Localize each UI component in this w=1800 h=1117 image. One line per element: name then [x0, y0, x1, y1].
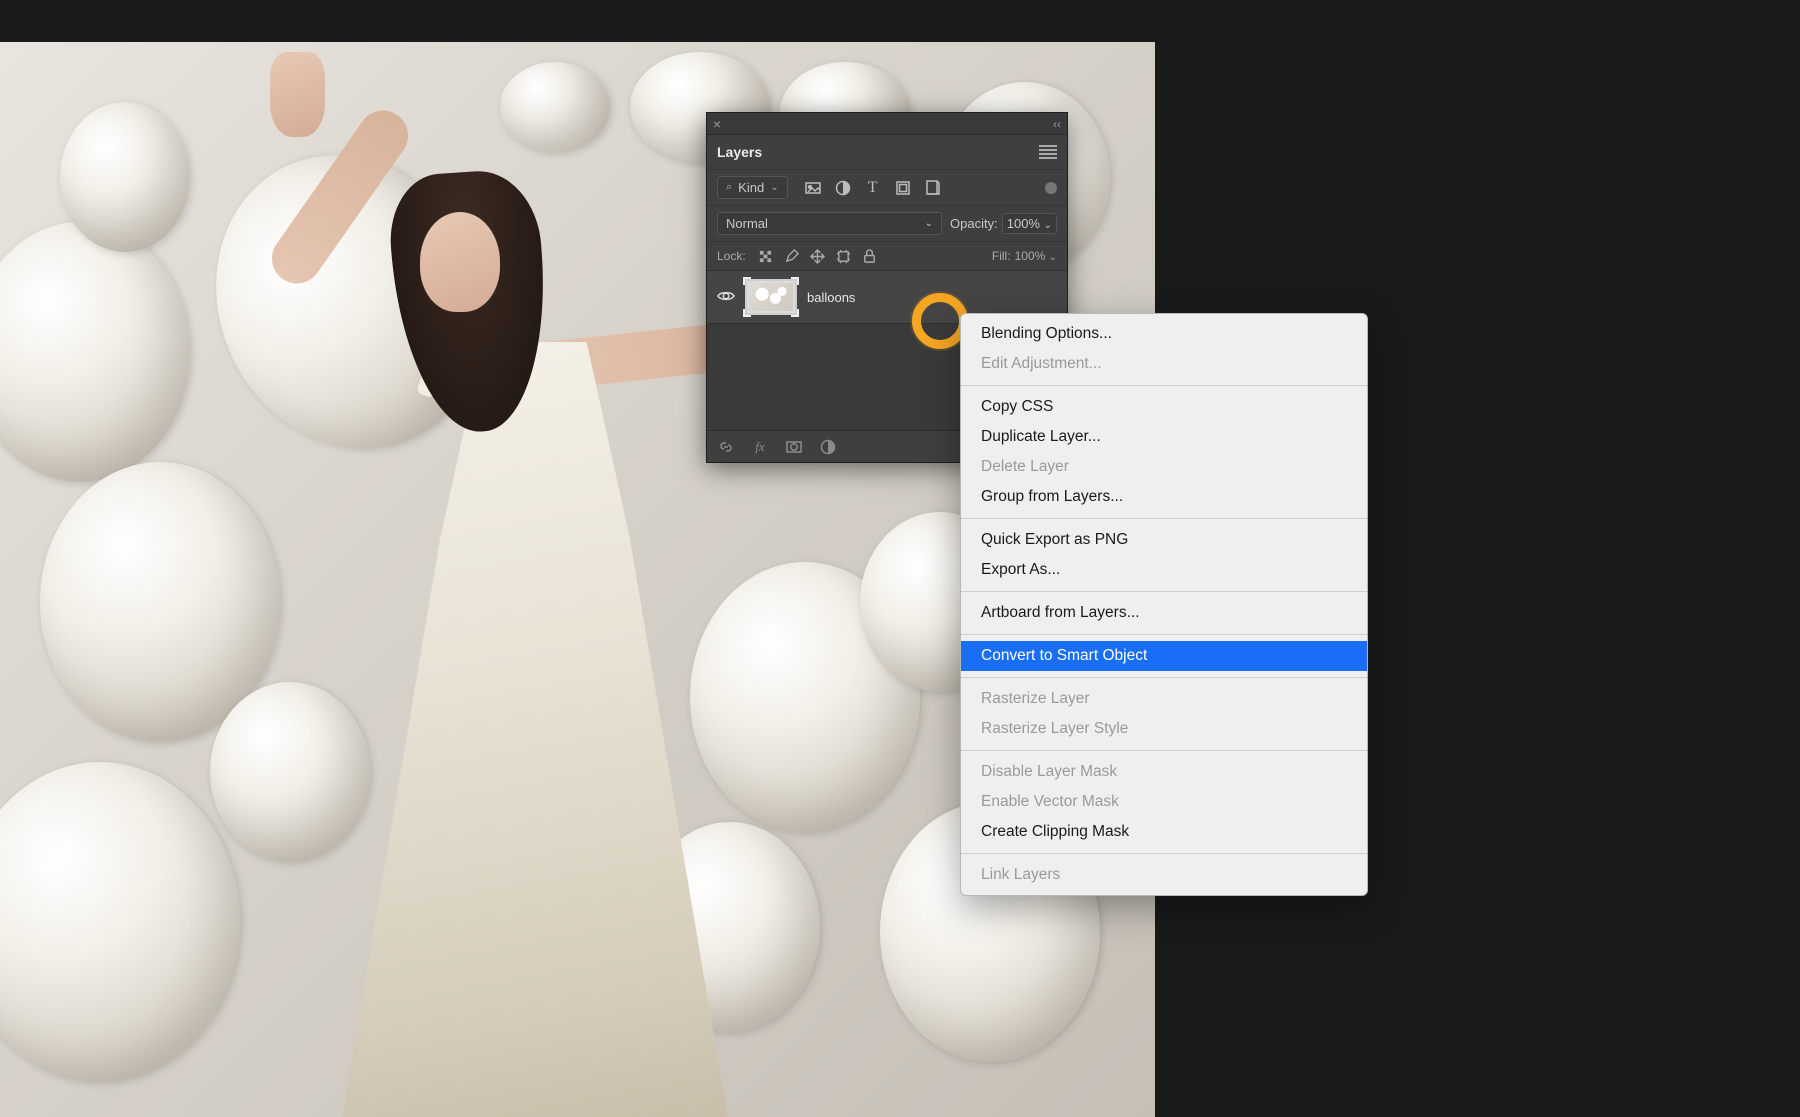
- menu-separator: [961, 634, 1367, 635]
- lock-position-icon[interactable]: [810, 248, 826, 264]
- blend-mode-value: Normal: [726, 216, 768, 231]
- search-icon: ⌕: [726, 181, 732, 194]
- lock-artboard-icon[interactable]: [836, 248, 852, 264]
- filter-smartobject-icon[interactable]: [924, 179, 942, 197]
- menu-item-rasterize-layer: Rasterize Layer: [961, 684, 1367, 714]
- menu-item-edit-adjustment: Edit Adjustment...: [961, 349, 1367, 379]
- menu-item-duplicate-layer[interactable]: Duplicate Layer...: [961, 422, 1367, 452]
- menu-item-quick-export-as-png[interactable]: Quick Export as PNG: [961, 525, 1367, 555]
- lock-all-icon[interactable]: [862, 248, 878, 264]
- menu-separator: [961, 853, 1367, 854]
- menu-item-convert-to-smart-object[interactable]: Convert to Smart Object: [961, 641, 1367, 671]
- menu-separator: [961, 591, 1367, 592]
- opacity-label: Opacity:: [950, 216, 998, 231]
- menu-item-link-layers: Link Layers: [961, 860, 1367, 890]
- link-layers-icon[interactable]: [717, 438, 735, 456]
- chevron-down-icon: ⌄: [1044, 220, 1052, 231]
- photo-subject: [310, 112, 750, 1117]
- menu-separator: [961, 750, 1367, 751]
- menu-item-disable-layer-mask: Disable Layer Mask: [961, 757, 1367, 787]
- lock-transparency-icon[interactable]: [758, 248, 774, 264]
- menu-item-enable-vector-mask: Enable Vector Mask: [961, 787, 1367, 817]
- menu-item-rasterize-layer-style: Rasterize Layer Style: [961, 714, 1367, 744]
- layer-context-menu: Blending Options...Edit Adjustment... Cop…: [960, 313, 1368, 896]
- filter-type-icon[interactable]: T: [864, 179, 882, 197]
- panel-title: Layers: [717, 144, 762, 160]
- collapse-panel-icon[interactable]: ‹‹: [1053, 117, 1061, 131]
- lock-label: Lock:: [717, 249, 746, 263]
- layer-filter-select[interactable]: ⌕ Kind ⌄: [717, 176, 788, 199]
- menu-item-delete-layer: Delete Layer: [961, 452, 1367, 482]
- add-mask-icon[interactable]: [785, 438, 803, 456]
- menu-separator: [961, 677, 1367, 678]
- filter-shape-icon[interactable]: [894, 179, 912, 197]
- new-adjustment-icon[interactable]: [819, 438, 837, 456]
- filter-adjustment-icon[interactable]: [834, 179, 852, 197]
- chevron-down-icon: ⌄: [770, 182, 778, 193]
- filter-toggle-switch[interactable]: [1045, 182, 1057, 194]
- menu-item-create-clipping-mask[interactable]: Create Clipping Mask: [961, 817, 1367, 847]
- fill-value[interactable]: 100% ⌄: [1015, 249, 1057, 263]
- panel-menu-icon[interactable]: [1039, 145, 1057, 159]
- menu-item-artboard-from-layers[interactable]: Artboard from Layers...: [961, 598, 1367, 628]
- filter-pixel-icon[interactable]: [804, 179, 822, 197]
- layer-thumbnail[interactable]: [745, 279, 797, 315]
- visibility-toggle-icon[interactable]: [717, 289, 735, 306]
- filter-label: Kind: [738, 180, 764, 195]
- menu-separator: [961, 385, 1367, 386]
- chevron-down-icon: ⌄: [925, 218, 933, 229]
- blend-mode-select[interactable]: Normal ⌄: [717, 212, 942, 235]
- close-panel-icon[interactable]: ×: [713, 116, 721, 132]
- fill-label: Fill:: [992, 249, 1011, 263]
- layer-name[interactable]: balloons: [807, 290, 855, 305]
- chevron-down-icon: ⌄: [1049, 252, 1057, 263]
- menu-item-export-as[interactable]: Export As...: [961, 555, 1367, 585]
- opacity-value[interactable]: 100% ⌄: [1002, 213, 1057, 234]
- lock-pixels-icon[interactable]: [784, 248, 800, 264]
- menu-separator: [961, 518, 1367, 519]
- layer-style-icon[interactable]: fx: [751, 438, 769, 456]
- menu-item-copy-css[interactable]: Copy CSS: [961, 392, 1367, 422]
- menu-item-blending-options[interactable]: Blending Options...: [961, 319, 1367, 349]
- menu-item-group-from-layers[interactable]: Group from Layers...: [961, 482, 1367, 512]
